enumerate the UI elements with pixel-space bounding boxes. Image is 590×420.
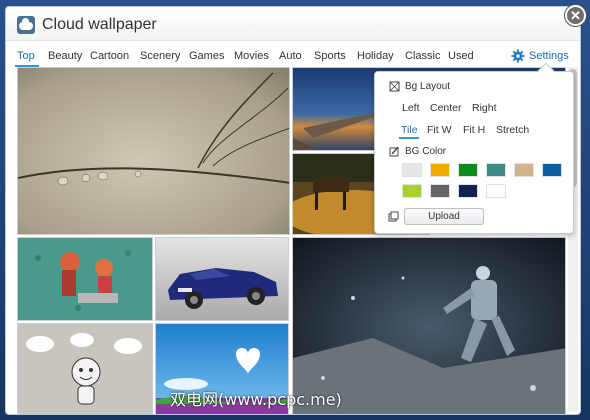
tab-auto[interactable]: Auto — [279, 50, 302, 62]
gear-icon — [511, 49, 525, 63]
layout-option-stretch[interactable]: Stretch — [496, 124, 529, 136]
tab-movies[interactable]: Movies — [234, 50, 269, 62]
tab-cartoon[interactable]: Cartoon — [90, 50, 129, 62]
app-frame: Cloud wallpaper Top Beauty Cartoon Scene… — [0, 0, 590, 420]
layout-option-center[interactable]: Center — [430, 102, 462, 114]
tab-scenery[interactable]: Scenery — [140, 50, 180, 62]
bg-color-section: BG Color — [389, 146, 446, 157]
wallpaper-thumb[interactable] — [17, 237, 153, 321]
upload-button[interactable]: Upload — [404, 208, 484, 225]
color-swatch[interactable] — [458, 163, 478, 177]
watermark: 双电网(www.pcpc.me) — [170, 390, 342, 409]
anime-couple-image — [18, 238, 152, 320]
close-icon[interactable]: ✕ — [565, 5, 586, 26]
app-window: Cloud wallpaper Top Beauty Cartoon Scene… — [5, 6, 581, 415]
color-swatch[interactable] — [430, 163, 450, 177]
color-swatch[interactable] — [542, 163, 562, 177]
cartoon-character-image — [18, 324, 152, 414]
category-tabs: Top Beauty Cartoon Scenery Games Movies … — [6, 41, 580, 67]
tab-top[interactable]: Top — [17, 50, 35, 62]
app-title: Cloud wallpaper — [42, 16, 157, 33]
active-layout-indicator — [399, 137, 419, 139]
tab-used[interactable]: Used — [448, 50, 474, 62]
layout-icon — [389, 81, 400, 92]
tab-holiday[interactable]: Holiday — [357, 50, 394, 62]
tab-beauty[interactable]: Beauty — [48, 50, 82, 62]
wallpaper-thumb[interactable] — [155, 237, 289, 321]
wallpaper-thumb[interactable] — [17, 67, 290, 235]
blue-car-image — [156, 238, 288, 320]
color-swatch[interactable] — [430, 184, 450, 198]
layout-option-fit-w[interactable]: Fit W — [427, 124, 452, 136]
bg-layout-section: Bg Layout — [389, 81, 450, 92]
tab-classic[interactable]: Classic — [405, 50, 440, 62]
color-swatch[interactable] — [486, 184, 506, 198]
layout-option-left[interactable]: Left — [402, 102, 420, 114]
title-bar: Cloud wallpaper — [6, 7, 580, 41]
settings-button[interactable]: Settings — [511, 48, 569, 64]
paint-brush-icon — [389, 146, 399, 157]
bg-color-label: BG Color — [405, 146, 447, 157]
tab-games[interactable]: Games — [189, 50, 224, 62]
color-swatch[interactable] — [402, 184, 422, 198]
color-swatch[interactable] — [458, 184, 478, 198]
tab-sports[interactable]: Sports — [314, 50, 346, 62]
color-swatch[interactable] — [486, 163, 506, 177]
settings-panel: Bg Layout Left Center Right Tile Fit W F… — [374, 62, 574, 234]
color-swatch[interactable] — [402, 163, 422, 177]
dewdrop-stem-image — [18, 68, 289, 234]
layout-option-right[interactable]: Right — [472, 102, 497, 114]
upload-icon — [388, 211, 399, 222]
layout-option-tile[interactable]: Tile — [401, 124, 418, 136]
layout-option-fit-h[interactable]: Fit H — [463, 124, 485, 136]
wallpaper-thumb[interactable] — [17, 323, 153, 414]
bg-layout-label: Bg Layout — [405, 81, 451, 92]
cloud-logo-icon — [17, 16, 35, 34]
settings-label: Settings — [529, 50, 569, 62]
color-swatch[interactable] — [514, 163, 534, 177]
